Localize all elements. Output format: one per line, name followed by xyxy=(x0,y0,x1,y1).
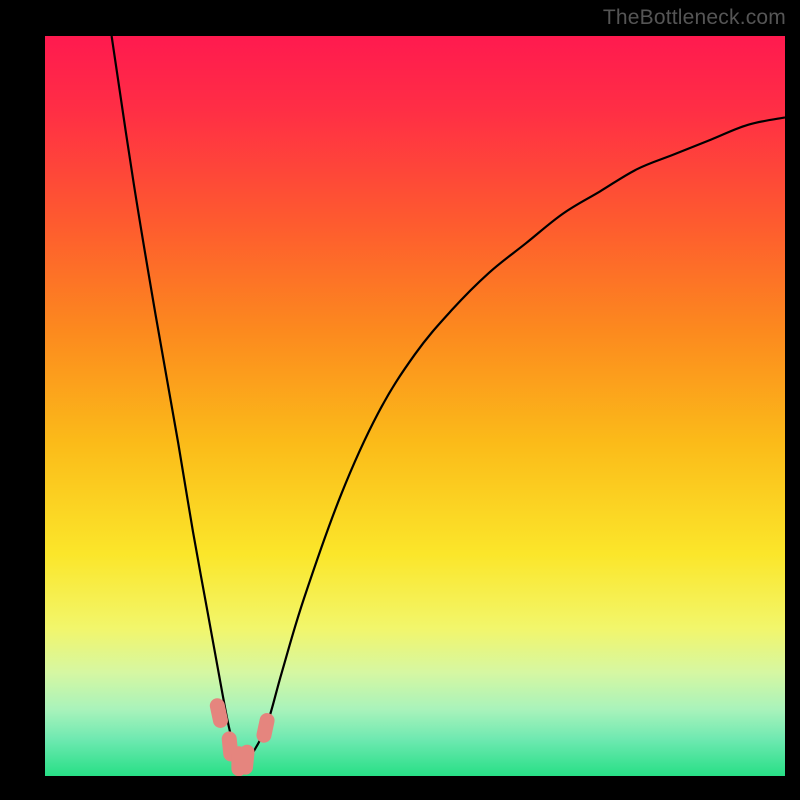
chart-svg xyxy=(45,36,785,776)
plot-area xyxy=(45,36,785,776)
gradient-background xyxy=(45,36,785,776)
watermark-text: TheBottleneck.com xyxy=(603,6,786,30)
chart-frame: TheBottleneck.com xyxy=(0,0,800,800)
